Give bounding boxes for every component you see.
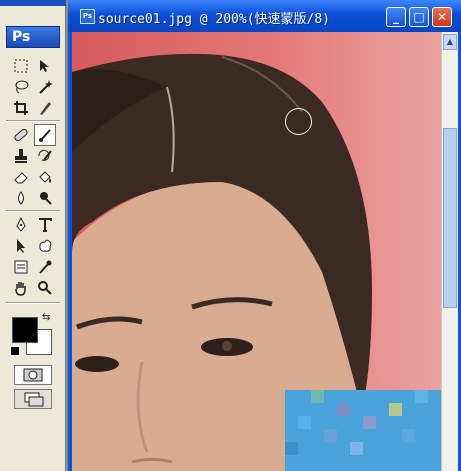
pen-icon bbox=[16, 217, 26, 232]
document-window: Ps source01.jpg @ 200%(快速蒙版/8) _ □ ✕ ▲ bbox=[68, 0, 461, 471]
pen-tool[interactable] bbox=[10, 214, 32, 236]
paint-bucket-tool[interactable] bbox=[34, 166, 56, 188]
note-icon bbox=[14, 260, 28, 274]
dodge-icon bbox=[40, 192, 52, 205]
eraser-icon bbox=[14, 172, 28, 184]
rectangular-marquee-tool[interactable] bbox=[10, 55, 32, 77]
magnifier-icon bbox=[38, 281, 52, 295]
blur-tool[interactable] bbox=[10, 187, 32, 209]
image-canvas[interactable] bbox=[72, 32, 441, 471]
notes-tool[interactable] bbox=[10, 256, 32, 278]
maximize-button[interactable]: □ bbox=[409, 7, 429, 27]
palette-title: Ps bbox=[12, 29, 31, 45]
lasso-icon bbox=[15, 80, 29, 94]
palette-grip[interactable] bbox=[0, 0, 66, 6]
close-button[interactable]: ✕ bbox=[432, 7, 452, 27]
foreground-color-swatch[interactable] bbox=[12, 317, 38, 343]
screen-mode-icon bbox=[24, 392, 44, 407]
slice-icon bbox=[40, 102, 51, 115]
hand-icon bbox=[15, 282, 26, 296]
paint-bucket-icon bbox=[39, 171, 51, 183]
window-titlebar[interactable]: Ps source01.jpg @ 200%(快速蒙版/8) _ □ ✕ bbox=[68, 0, 461, 32]
screen-mode-button[interactable] bbox=[14, 389, 52, 409]
magic-wand-icon bbox=[39, 80, 53, 94]
lasso-tool[interactable] bbox=[10, 76, 32, 98]
arrow-cursor-icon bbox=[17, 239, 25, 253]
droplet-icon bbox=[18, 191, 24, 205]
quick-mask-icon bbox=[23, 368, 43, 382]
hand-tool[interactable] bbox=[10, 277, 32, 299]
move-tool[interactable] bbox=[34, 55, 56, 77]
tools-palette: Ps ⇆ bbox=[0, 0, 66, 471]
bandage-icon bbox=[14, 128, 28, 142]
tool-separator bbox=[6, 210, 60, 212]
healing-brush-tool[interactable] bbox=[10, 124, 32, 146]
custom-shape-icon bbox=[39, 239, 52, 252]
pixelated-overlay bbox=[285, 390, 441, 471]
eyedropper-icon bbox=[39, 260, 52, 274]
crop-tool[interactable] bbox=[10, 97, 32, 119]
eyedropper-tool[interactable] bbox=[34, 256, 56, 278]
window-title: source01.jpg @ 200%(快速蒙版/8) bbox=[98, 12, 331, 27]
history-brush-tool[interactable] bbox=[34, 145, 56, 167]
brush-icon bbox=[39, 129, 51, 142]
quick-mask-mode-button[interactable] bbox=[14, 365, 52, 385]
slice-tool[interactable] bbox=[34, 97, 56, 119]
stamp-icon bbox=[15, 149, 27, 163]
brush-cursor-indicator bbox=[285, 108, 312, 135]
brush-tool[interactable] bbox=[34, 124, 56, 146]
tool-separator bbox=[6, 120, 60, 122]
crop-icon bbox=[14, 101, 28, 115]
type-icon bbox=[39, 218, 52, 232]
eraser-tool[interactable] bbox=[10, 166, 32, 188]
dodge-tool[interactable] bbox=[34, 187, 56, 209]
zoom-tool[interactable] bbox=[34, 277, 56, 299]
type-tool[interactable] bbox=[34, 214, 56, 236]
move-icon bbox=[40, 60, 49, 72]
minimize-button[interactable]: _ bbox=[386, 7, 406, 27]
default-colors-icon[interactable] bbox=[10, 346, 20, 356]
path-selection-tool[interactable] bbox=[10, 235, 32, 257]
tool-separator bbox=[6, 302, 60, 304]
palette-header[interactable]: Ps bbox=[6, 26, 60, 48]
vertical-scrollbar[interactable]: ▲ bbox=[441, 32, 458, 471]
history-brush-icon bbox=[38, 149, 52, 161]
marquee-icon bbox=[14, 59, 28, 73]
scroll-up-arrow-icon[interactable]: ▲ bbox=[443, 34, 457, 50]
custom-shape-tool[interactable] bbox=[34, 235, 56, 257]
swap-colors-icon[interactable]: ⇆ bbox=[42, 312, 50, 323]
scroll-thumb[interactable] bbox=[443, 128, 457, 308]
photoshop-document-icon: Ps bbox=[80, 9, 95, 24]
clone-stamp-tool[interactable] bbox=[10, 145, 32, 167]
magic-wand-tool[interactable] bbox=[34, 76, 56, 98]
